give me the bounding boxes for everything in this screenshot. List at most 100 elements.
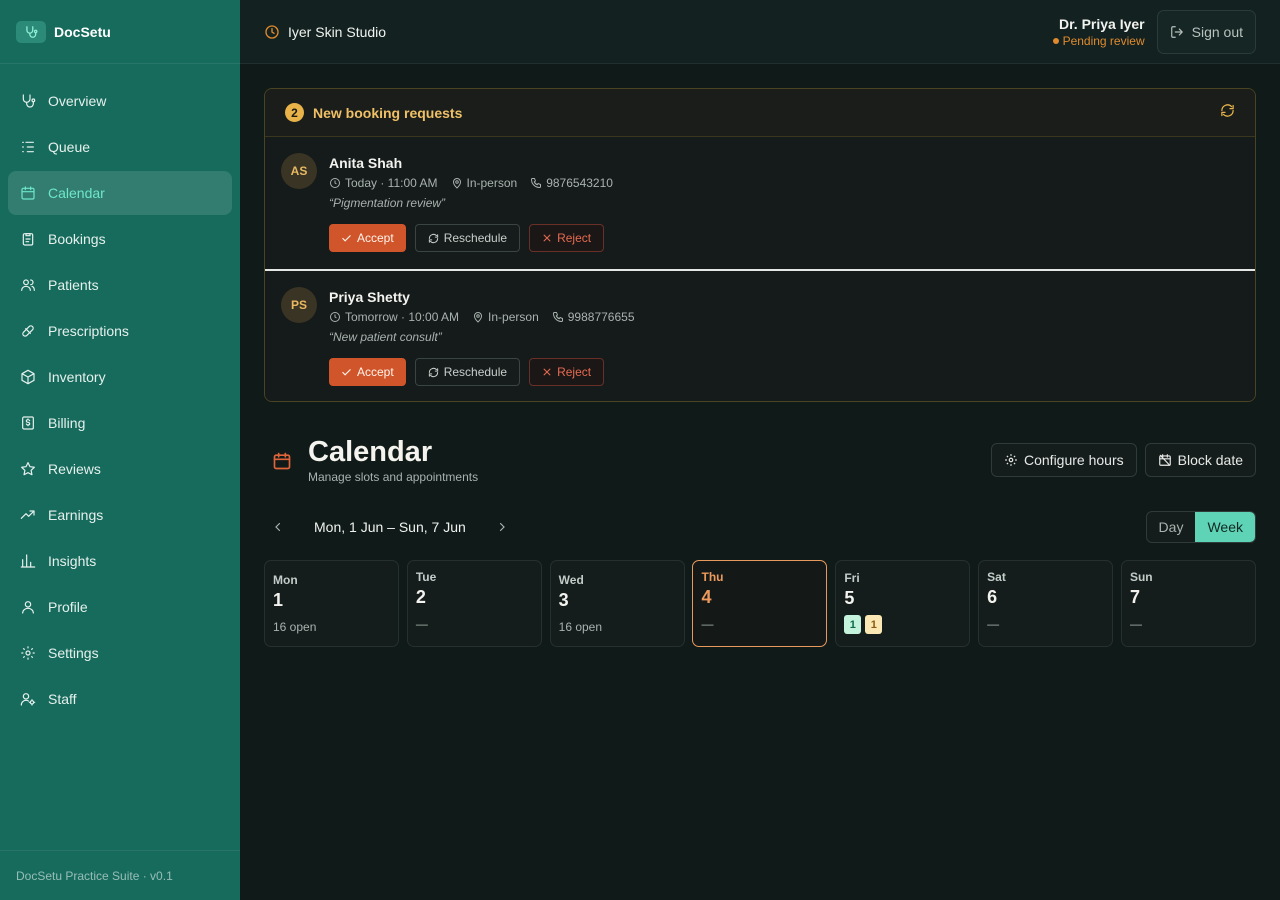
avatar: AS <box>281 153 317 189</box>
chevron-right-icon[interactable] <box>494 519 510 535</box>
day-number: 7 <box>1129 587 1140 607</box>
patient-name: Priya Shetty <box>329 289 410 305</box>
refresh-icon <box>428 367 438 377</box>
sidebar-nav: Overview Queue Calendar Bookings Patient… <box>0 64 240 721</box>
week-view-button[interactable]: Week <box>1195 512 1255 542</box>
accept-label: Accept <box>357 365 394 379</box>
day-cell-thu[interactable]: Thu 4 — <box>692 560 828 647</box>
sidebar-item-billing[interactable]: Billing <box>8 401 232 445</box>
request-note: “Pigmentation review” <box>329 196 446 210</box>
refresh-icon[interactable] <box>1220 103 1235 123</box>
day-name: Mon <box>273 573 298 587</box>
appointment-badges: 1 1 <box>844 615 961 634</box>
star-icon <box>20 461 36 477</box>
sidebar-item-staff[interactable]: Staff <box>8 677 232 721</box>
day-name: Wed <box>558 573 584 587</box>
status-text: Pending review <box>1062 33 1145 48</box>
sidebar-item-insights[interactable]: Insights <box>8 539 232 583</box>
sidebar-item-label: Profile <box>48 599 88 615</box>
day-name: Sun <box>1129 570 1153 584</box>
week-navigation: Mon, 1 Jun – Sun, 7 Jun Day Week <box>264 510 1256 544</box>
block-date-button[interactable]: Block date <box>1144 443 1256 477</box>
gear-icon <box>20 645 36 661</box>
sidebar-item-calendar[interactable]: Calendar <box>8 171 232 215</box>
sidebar-item-label: Patients <box>48 277 99 293</box>
week-days: Mon 1 16 open Tue 2 — Wed 3 16 open Thu … <box>264 560 1256 647</box>
sidebar-item-reviews[interactable]: Reviews <box>8 447 232 491</box>
sidebar-item-label: Bookings <box>48 231 106 247</box>
day-number: 4 <box>701 587 712 607</box>
clock-icon <box>330 178 340 188</box>
patient-name: Anita Shah <box>329 155 403 171</box>
day-number: 2 <box>415 587 426 607</box>
receipt-icon <box>20 415 36 431</box>
trending-up-icon <box>20 507 36 523</box>
accept-button[interactable]: Accept <box>329 224 406 252</box>
day-name: Fri <box>844 571 860 585</box>
day-cell-sat[interactable]: Sat 6 — <box>978 560 1114 647</box>
status-badge: Pending review <box>1052 33 1145 48</box>
user-cog-icon <box>20 691 36 707</box>
brand-name: DocSetu <box>54 23 111 40</box>
booking-request-item: PS Priya Shetty Tomorrow · 10:00 AM In-p… <box>265 269 1255 401</box>
day-slots: 16 open <box>273 620 317 634</box>
list-icon <box>20 139 36 155</box>
sidebar-item-label: Insights <box>48 553 97 569</box>
refresh-icon <box>428 233 438 243</box>
clock-icon <box>330 312 340 322</box>
sidebar-item-label: Overview <box>48 93 107 109</box>
user-name: Dr. Priya Iyer <box>1059 15 1145 32</box>
sidebar-item-patients[interactable]: Patients <box>8 263 232 307</box>
reject-button[interactable]: Reject <box>529 224 605 252</box>
request-phone: 9988776655 <box>567 310 635 324</box>
sidebar-item-settings[interactable]: Settings <box>8 631 232 675</box>
sidebar-item-earnings[interactable]: Earnings <box>8 493 232 537</box>
sidebar-item-profile[interactable]: Profile <box>8 585 232 629</box>
clipboard-icon <box>20 231 36 247</box>
users-icon <box>20 277 36 293</box>
sidebar-item-label: Inventory <box>48 369 106 385</box>
calendar-off-icon <box>1158 454 1171 466</box>
reject-label: Reject <box>557 365 592 379</box>
day-cell-fri[interactable]: Fri 5 1 1 <box>835 560 971 647</box>
request-phone: 9876543210 <box>546 176 613 190</box>
day-cell-tue[interactable]: Tue 2 — <box>406 560 542 647</box>
reschedule-button[interactable]: Reschedule <box>414 224 521 252</box>
sign-out-button[interactable]: Sign out <box>1156 9 1256 54</box>
day-cell-sun[interactable]: Sun 7 — <box>1120 560 1256 647</box>
day-slots: — <box>987 617 1000 631</box>
day-cell-wed[interactable]: Wed 3 16 open <box>549 560 685 647</box>
brand[interactable]: DocSetu <box>0 0 240 64</box>
phone-icon <box>552 312 563 322</box>
sidebar-item-label: Earnings <box>48 507 104 523</box>
accept-button[interactable]: Accept <box>329 358 406 386</box>
check-icon <box>342 368 351 376</box>
reschedule-button[interactable]: Reschedule <box>414 358 521 386</box>
view-toggle: Day Week <box>1145 511 1256 543</box>
chevron-left-icon[interactable] <box>270 519 286 535</box>
request-mode: In-person <box>488 310 539 324</box>
reschedule-label: Reschedule <box>443 231 508 245</box>
booking-requests-card: 2 New booking requests AS Anita Shah Tod… <box>264 88 1256 402</box>
gear-icon <box>1005 454 1017 466</box>
sidebar-item-bookings[interactable]: Bookings <box>8 217 232 261</box>
day-name: Tue <box>415 570 437 584</box>
sidebar-item-prescriptions[interactable]: Prescriptions <box>8 309 232 353</box>
sidebar-item-label: Settings <box>48 645 99 661</box>
reject-button[interactable]: Reject <box>529 358 605 386</box>
close-icon <box>543 234 551 242</box>
phone-icon <box>531 178 542 188</box>
configure-hours-button[interactable]: Configure hours <box>991 443 1137 477</box>
day-number: 1 <box>273 590 284 610</box>
day-view-button[interactable]: Day <box>1147 512 1196 542</box>
sidebar-item-inventory[interactable]: Inventory <box>8 355 232 399</box>
clinic-selector[interactable]: Iyer Skin Studio <box>264 24 386 40</box>
avatar: PS <box>281 287 317 323</box>
sidebar-item-overview[interactable]: Overview <box>8 79 232 123</box>
sidebar-item-queue[interactable]: Queue <box>8 125 232 169</box>
map-pin-icon <box>474 312 483 323</box>
booking-requests-title: 2 New booking requests <box>285 103 462 122</box>
package-icon <box>20 369 36 385</box>
day-cell-mon[interactable]: Mon 1 16 open <box>264 560 399 647</box>
stethoscope-logo-icon <box>16 20 46 43</box>
